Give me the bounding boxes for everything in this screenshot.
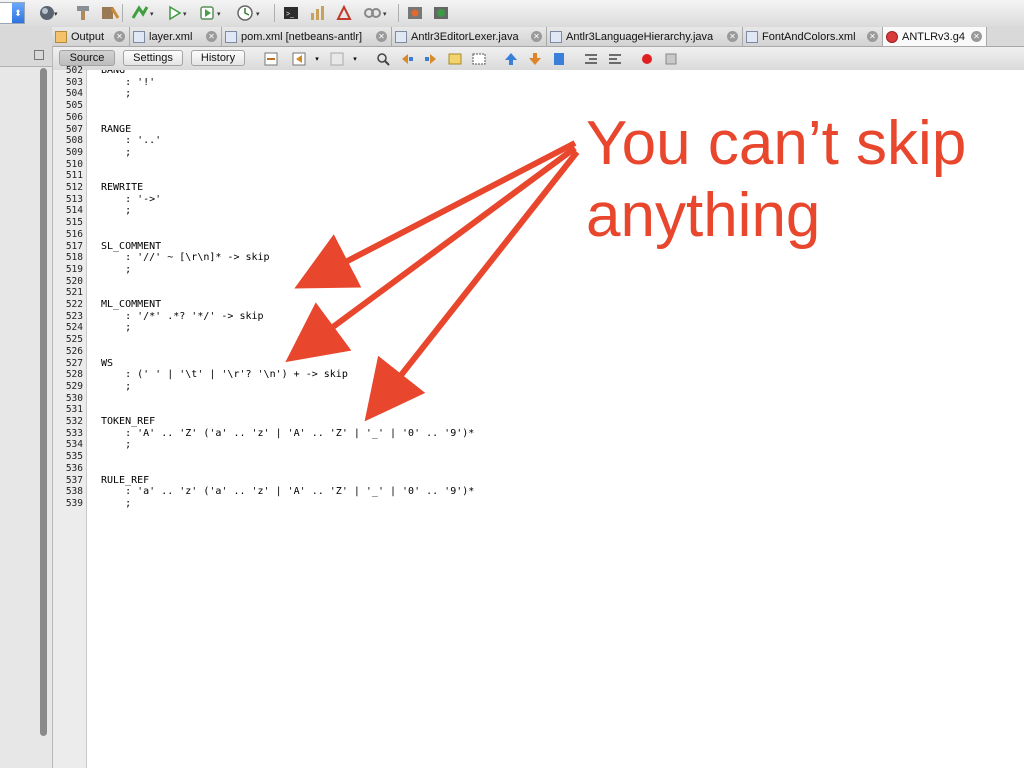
arrow-to-ml-comment (285, 145, 577, 363)
arrow-to-sl-comment (294, 140, 577, 289)
annotation-line-2: anything (586, 181, 821, 250)
arrow-to-ws (364, 150, 580, 422)
annotation-line-1: You can’t skip (586, 109, 967, 178)
annotation-text: You can’t skip anything (586, 108, 1016, 252)
